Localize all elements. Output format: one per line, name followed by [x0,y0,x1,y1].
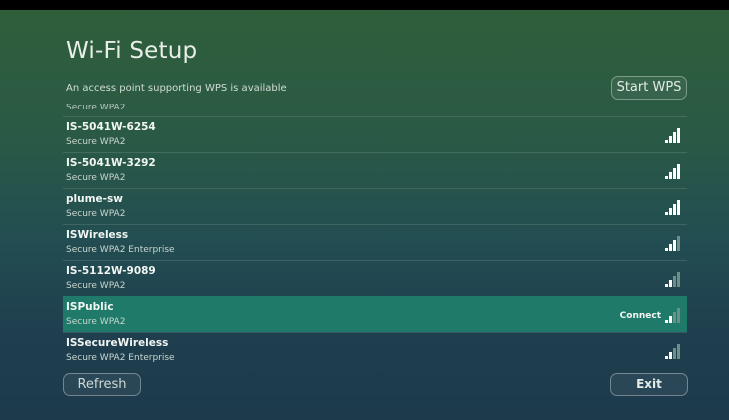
network-name: ISPublic [66,301,114,313]
signal-bar [669,316,672,323]
signal-bar [669,352,672,359]
network-security: Secure WPA2 [66,173,126,183]
signal-bar [673,240,676,251]
signal-bar [665,212,668,215]
refresh-button[interactable]: Refresh [63,373,141,396]
signal-bar [673,168,676,179]
signal-bar [669,280,672,287]
signal-bar [669,244,672,251]
network-list[interactable]: Secure WPA2 IS-5041W-6254 Secure WPA2 IS-5… [63,98,687,370]
network-security: Secure WPA2 [66,281,126,291]
signal-bar [677,164,680,179]
signal-bar [665,248,668,251]
network-name: IS-5041W-3292 [66,157,156,169]
signal-bar [669,136,672,143]
partial-list-item-security: Secure WPA2 [66,104,126,109]
signal-bar [665,356,668,359]
signal-bar [677,236,680,251]
network-item-1[interactable]: IS-5041W-3292 Secure WPA2 [63,152,687,188]
network-name: IS-5041W-6254 [66,121,156,133]
signal-bar [673,276,676,287]
signal-bar [665,140,668,143]
signal-bar [677,308,680,323]
network-security: Secure WPA2 Enterprise [66,353,175,363]
network-item-3[interactable]: ISWireless Secure WPA2 Enterprise [63,224,687,260]
wifi-signal-icon [665,199,681,215]
wifi-signal-icon [665,127,681,143]
wifi-signal-icon [665,307,681,323]
signal-bar [669,208,672,215]
signal-bar [677,128,680,143]
network-security: Secure WPA2 Enterprise [66,245,175,255]
wifi-signal-icon [665,235,681,251]
signal-bar [677,344,680,359]
signal-bar [673,132,676,143]
exit-button[interactable]: Exit [610,373,688,396]
connect-button[interactable]: Connect [620,311,661,321]
wifi-signal-icon [665,163,681,179]
signal-bar [673,312,676,323]
wifi-setup-screen: Wi-Fi Setup An access point supporting W… [0,10,729,420]
network-name: ISWireless [66,229,129,241]
network-item-6[interactable]: ISSecureWireless Secure WPA2 Enterprise [63,332,687,368]
page-title: Wi-Fi Setup [66,38,198,64]
network-item-5[interactable]: ISPublic Secure WPA2 Connect [63,296,687,332]
network-item-4[interactable]: IS-5112W-9089 Secure WPA2 [63,260,687,296]
signal-bar [677,200,680,215]
signal-bar [665,176,668,179]
signal-bar [673,348,676,359]
top-black-bar [0,0,729,10]
signal-bar [669,172,672,179]
wps-availability-text: An access point supporting WPS is availa… [66,83,287,94]
network-name: IS-5112W-9089 [66,265,156,277]
signal-bar [665,320,668,323]
signal-bar [673,204,676,215]
wifi-signal-icon [665,271,681,287]
signal-bar [677,272,680,287]
network-name: plume-sw [66,193,123,205]
network-name: ISSecureWireless [66,337,169,349]
network-security: Secure WPA2 [66,209,126,219]
start-wps-button[interactable]: Start WPS [611,76,687,100]
network-item-2[interactable]: plume-sw Secure WPA2 [63,188,687,224]
network-security: Secure WPA2 [66,137,126,147]
network-security: Secure WPA2 [66,317,126,327]
signal-bar [665,284,668,287]
network-item-0[interactable]: IS-5041W-6254 Secure WPA2 [63,116,687,152]
wifi-signal-icon [665,343,681,359]
